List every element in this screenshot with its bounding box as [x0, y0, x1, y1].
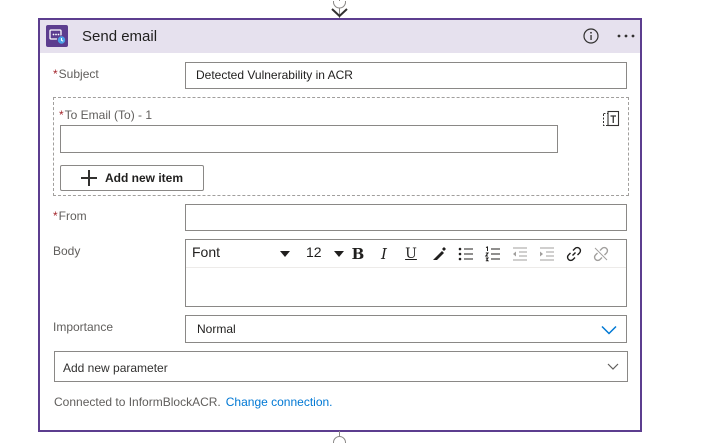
to-email-label: *To Email (To) - 1	[59, 108, 152, 122]
required-marker: *	[53, 67, 58, 81]
italic-icon[interactable]: I	[374, 244, 394, 264]
formatting-toolbar: Font 12 B I U	[186, 240, 626, 268]
add-new-item-button[interactable]: Add new item	[60, 165, 204, 191]
required-marker: *	[53, 209, 58, 223]
from-input[interactable]	[185, 204, 627, 231]
font-family-dropdown[interactable]: Font	[192, 244, 294, 264]
link-icon[interactable]	[564, 244, 584, 264]
numbered-list-icon[interactable]	[483, 244, 503, 264]
font-family-value: Font	[192, 244, 221, 260]
send-email-action-card: Send email *Subject Detected Vulnerabili…	[38, 18, 642, 432]
body-rich-text-editor[interactable]: Font 12 B I U	[185, 239, 627, 307]
flow-arrow-icon	[331, 1, 348, 18]
caret-down-icon	[280, 251, 290, 257]
plus-icon	[81, 170, 97, 186]
bulleted-list-icon[interactable]	[456, 244, 476, 264]
outdent-icon[interactable]	[510, 244, 530, 264]
switch-to-text-mode-icon[interactable]	[602, 110, 620, 128]
change-connection-link[interactable]: Change connection.	[226, 395, 333, 409]
add-new-parameter-dropdown[interactable]: Add new parameter	[54, 351, 628, 382]
required-marker: *	[59, 108, 64, 122]
subject-label-text: Subject	[58, 67, 99, 81]
to-email-label-text: To Email (To) - 1	[64, 108, 153, 122]
connection-footer: Connected to InformBlockACR. Change conne…	[54, 395, 333, 409]
add-new-parameter-label: Add new parameter	[63, 361, 168, 375]
action-header[interactable]: Send email	[40, 20, 640, 53]
indent-icon[interactable]	[537, 244, 557, 264]
underline-icon[interactable]: U	[401, 244, 421, 264]
unlink-icon[interactable]	[591, 244, 611, 264]
font-size-value: 12	[306, 244, 322, 260]
connection-status-text: Connected to InformBlockACR.	[54, 395, 221, 409]
outlook-send-icon	[46, 25, 68, 47]
info-icon[interactable]	[583, 28, 599, 44]
from-label: *From	[53, 209, 87, 223]
insert-step-icon[interactable]	[333, 436, 346, 443]
add-new-item-label: Add new item	[105, 171, 184, 185]
bold-icon[interactable]: B	[348, 244, 368, 264]
subject-input[interactable]: Detected Vulnerability in ACR	[185, 62, 627, 89]
subject-label: *Subject	[53, 67, 99, 81]
more-options-icon[interactable]	[615, 26, 637, 46]
caret-down-icon	[334, 251, 344, 257]
body-label: Body	[53, 244, 81, 258]
color-picker-icon[interactable]	[429, 244, 449, 264]
to-email-input[interactable]	[60, 125, 558, 153]
importance-dropdown[interactable]: Normal	[185, 315, 627, 343]
importance-label: Importance	[53, 320, 114, 334]
from-label-text: From	[58, 209, 87, 223]
font-size-dropdown[interactable]: 12	[306, 244, 346, 264]
importance-value: Normal	[197, 322, 236, 336]
action-title: Send email	[82, 28, 158, 45]
chevron-down-icon	[601, 325, 617, 335]
chevron-down-icon	[607, 363, 619, 370]
